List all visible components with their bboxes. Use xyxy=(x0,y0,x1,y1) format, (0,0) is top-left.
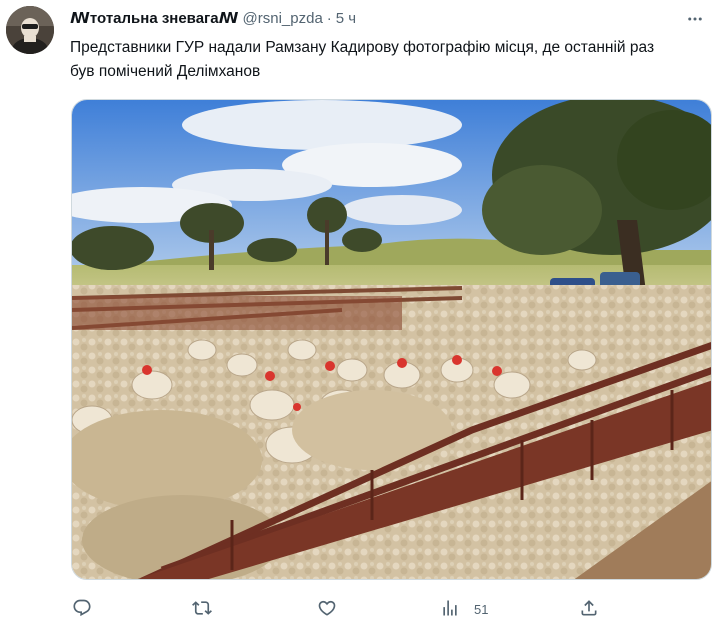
reply-button[interactable] xyxy=(72,596,106,622)
tweet-card[interactable]: ꟿтотальна зневагаꟿ @rsni_pzda · 5 ч Пред… xyxy=(0,0,718,630)
photo-sheep-in-pen xyxy=(72,100,711,579)
like-button[interactable] xyxy=(317,596,351,622)
reply-icon xyxy=(72,598,92,621)
avatar[interactable] xyxy=(6,6,54,54)
share-button[interactable] xyxy=(579,596,613,622)
tweet-header: ꟿтотальна зневагаꟿ @rsni_pzda · 5 ч xyxy=(70,8,706,30)
tweet-photo[interactable] xyxy=(71,99,712,580)
tweet-actions: 51 xyxy=(70,596,610,622)
display-name[interactable]: ꟿтотальна зневагаꟿ xyxy=(70,9,239,29)
user-handle[interactable]: @rsni_pzda xyxy=(243,9,323,29)
share-icon xyxy=(579,598,599,621)
retweet-icon xyxy=(192,598,212,621)
views-count: 51 xyxy=(474,601,489,617)
tweet-text: Представники ГУР надали Рамзану Кадирову… xyxy=(70,39,659,80)
like-icon xyxy=(317,598,337,621)
retweet-button[interactable] xyxy=(192,596,226,622)
more-options-icon[interactable] xyxy=(684,8,706,30)
separator-dot: · xyxy=(326,10,332,27)
timestamp[interactable]: 5 ч xyxy=(336,9,356,29)
views-button[interactable]: 51 xyxy=(440,596,488,622)
views-icon xyxy=(440,598,460,621)
